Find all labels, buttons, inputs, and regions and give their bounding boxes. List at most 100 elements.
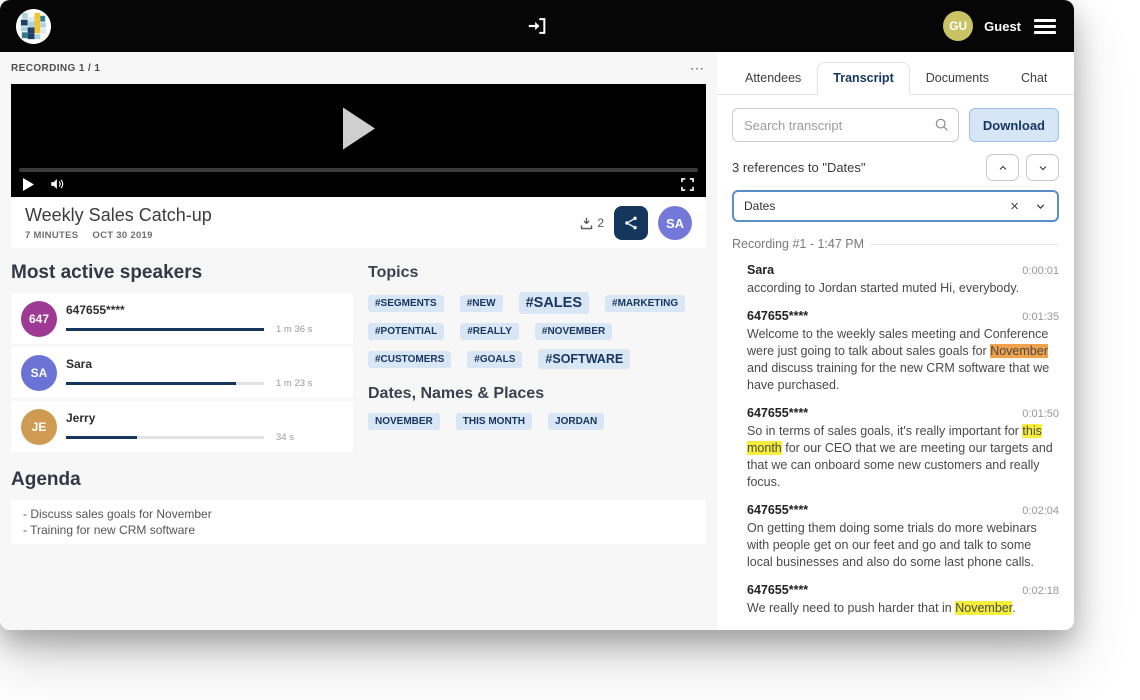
speaker-talk-bar-fill xyxy=(66,381,237,385)
volume-icon xyxy=(51,179,64,189)
more-options-button[interactable]: ⋯ xyxy=(688,61,706,75)
speakers-list: 647 647655**** 1 m 36 s SA Sara 1 m 23 s… xyxy=(11,293,353,452)
user-name: Guest xyxy=(984,18,1021,34)
highlighted-term: November xyxy=(955,601,1013,615)
video-progress-bar[interactable] xyxy=(19,168,698,172)
entry-timestamp[interactable]: 0:01:35 xyxy=(1022,311,1059,323)
speaker-talk-bar-fill xyxy=(66,327,264,331)
reference-filter-select[interactable]: Dates × xyxy=(732,190,1059,222)
topic-tag[interactable]: #SEGMENTS xyxy=(368,294,444,312)
tab-label: Chat xyxy=(1020,71,1048,85)
chevron-down-icon[interactable] xyxy=(1034,200,1047,213)
tab-label: Attendees xyxy=(745,71,802,85)
date-name-place-tag[interactable]: THIS MONTH xyxy=(455,413,533,430)
play-button[interactable] xyxy=(23,177,34,191)
app-logo[interactable] xyxy=(16,8,51,44)
play-icon xyxy=(342,107,375,150)
volume-button[interactable] xyxy=(50,177,65,191)
tab-label: Documents xyxy=(925,71,989,85)
speaker-talk-time: 34 s xyxy=(276,431,294,443)
top-bar: GU Guest xyxy=(0,0,1074,52)
fullscreen-button[interactable] xyxy=(681,177,694,191)
transcript-entry[interactable]: 647655**** 0:01:50 So in terms of sales … xyxy=(747,406,1059,491)
speaker-name: Jerry xyxy=(66,410,96,425)
user-avatar[interactable]: GU xyxy=(943,11,974,41)
download-recording-button[interactable]: 2 xyxy=(579,216,604,231)
topics-heading: Topics xyxy=(368,264,419,281)
topic-tag[interactable]: #SALES xyxy=(518,292,590,314)
entry-speaker: Sara xyxy=(747,263,775,277)
next-reference-button[interactable] xyxy=(1026,154,1059,181)
agenda-item: - Training for new CRM software xyxy=(23,523,196,537)
speaker-avatar: 647 xyxy=(21,300,57,337)
menu-button[interactable] xyxy=(1032,14,1058,39)
tab-transcript[interactable]: Transcript xyxy=(817,62,910,95)
topic-tag[interactable]: #NOVEMBER xyxy=(534,323,613,340)
transcript-entries: Sara 0:00:01 according to Jordan started… xyxy=(732,263,1059,617)
tab-chat[interactable]: Chat xyxy=(1005,62,1063,95)
chevron-up-icon xyxy=(999,165,1006,170)
topic-tag[interactable]: #NEW xyxy=(459,294,503,312)
speaker-talk-bar xyxy=(66,381,264,385)
speakers-heading: Most active speakers xyxy=(11,262,203,283)
entry-text: So in terms of sales goals, it's really … xyxy=(747,423,1059,491)
entry-text: On getting them doing some trials do mor… xyxy=(747,520,1059,571)
topic-tag[interactable]: #GOALS xyxy=(467,350,523,368)
topic-tag[interactable]: #POTENTIAL xyxy=(368,323,445,340)
transcript-entry[interactable]: Sara 0:00:01 according to Jordan started… xyxy=(747,263,1059,297)
speaker-name: Sara xyxy=(66,356,93,371)
entry-speaker: 647655**** xyxy=(747,309,809,323)
speaker-row[interactable]: JE Jerry 34 s xyxy=(11,401,353,452)
entry-timestamp[interactable]: 0:01:50 xyxy=(1022,408,1059,420)
speaker-row[interactable]: 647 647655**** 1 m 36 s xyxy=(11,293,353,344)
speaker-talk-bar xyxy=(66,435,264,439)
search-icon[interactable] xyxy=(934,117,950,133)
transcript-text-segment: So in terms of sales goals, it's really … xyxy=(747,424,1023,438)
fullscreen-icon xyxy=(681,177,694,191)
agenda-heading: Agenda xyxy=(11,469,81,490)
transcript-entry[interactable]: 647655**** 0:01:35 Welcome to the weekly… xyxy=(747,309,1059,394)
owner-avatar[interactable]: SA xyxy=(658,206,692,240)
download-icon xyxy=(581,217,593,229)
sign-in-button[interactable] xyxy=(526,15,548,37)
sign-in-icon xyxy=(528,18,546,34)
agenda-box: - Discuss sales goals for November - Trai… xyxy=(11,500,706,544)
dates-tag-list: NOVEMBER THIS MONTH JORDAN xyxy=(368,413,706,430)
entry-text: Welcome to the weekly sales meeting and … xyxy=(747,326,1059,394)
topic-tag[interactable]: #REALLY xyxy=(460,323,519,340)
big-play-button[interactable] xyxy=(341,107,377,156)
recording-title-card: Weekly Sales Catch-up 7 MINUTES OCT 30 2… xyxy=(11,198,706,248)
recording-counter: RECORDING 1 / 1 xyxy=(11,62,101,74)
chevron-down-icon xyxy=(1039,165,1046,170)
entry-timestamp[interactable]: 0:00:01 xyxy=(1022,265,1059,277)
entry-timestamp[interactable]: 0:02:18 xyxy=(1022,585,1059,597)
topic-tag[interactable]: #CUSTOMERS xyxy=(368,350,452,368)
topic-tag[interactable]: #SOFTWARE xyxy=(538,349,631,369)
clear-filter-icon[interactable]: × xyxy=(1010,199,1019,214)
tab-bar: Attendees Transcript Documents Chat xyxy=(717,52,1074,95)
tab-attendees[interactable]: Attendees xyxy=(729,62,817,95)
search-input[interactable] xyxy=(732,108,959,142)
entry-text: We really need to push harder that in No… xyxy=(747,600,1059,617)
speaker-avatar: JE xyxy=(21,408,57,445)
transcript-entry[interactable]: 647655**** 0:02:04 On getting them doing… xyxy=(747,503,1059,571)
divider xyxy=(870,243,1059,245)
date-name-place-tag[interactable]: NOVEMBER xyxy=(368,413,440,430)
speaker-row[interactable]: SA Sara 1 m 23 s xyxy=(11,347,353,398)
topic-tag[interactable]: #MARKETING xyxy=(605,294,686,312)
entry-speaker: 647655**** xyxy=(747,503,809,517)
download-transcript-button[interactable]: Download xyxy=(968,108,1059,142)
download-count: 2 xyxy=(597,216,604,230)
previous-reference-button[interactable] xyxy=(986,154,1019,181)
date-name-place-tag[interactable]: JORDAN xyxy=(548,413,605,430)
transcript-entry[interactable]: 647655**** 0:02:18 We really need to pus… xyxy=(747,583,1059,617)
recording-panel: RECORDING 1 / 1 ⋯ Weekly Sales Catch-up … xyxy=(0,52,717,630)
recording-date: OCT 30 2019 xyxy=(92,230,153,241)
video-player xyxy=(11,84,706,197)
dates-heading: Dates, Names & Places xyxy=(368,385,545,402)
transcript-text-segment: and discuss training for the new CRM sof… xyxy=(747,361,1050,392)
hamburger-icon xyxy=(1034,18,1056,22)
entry-timestamp[interactable]: 0:02:04 xyxy=(1022,505,1059,517)
share-button[interactable] xyxy=(614,206,648,240)
tab-documents[interactable]: Documents xyxy=(910,62,1005,95)
